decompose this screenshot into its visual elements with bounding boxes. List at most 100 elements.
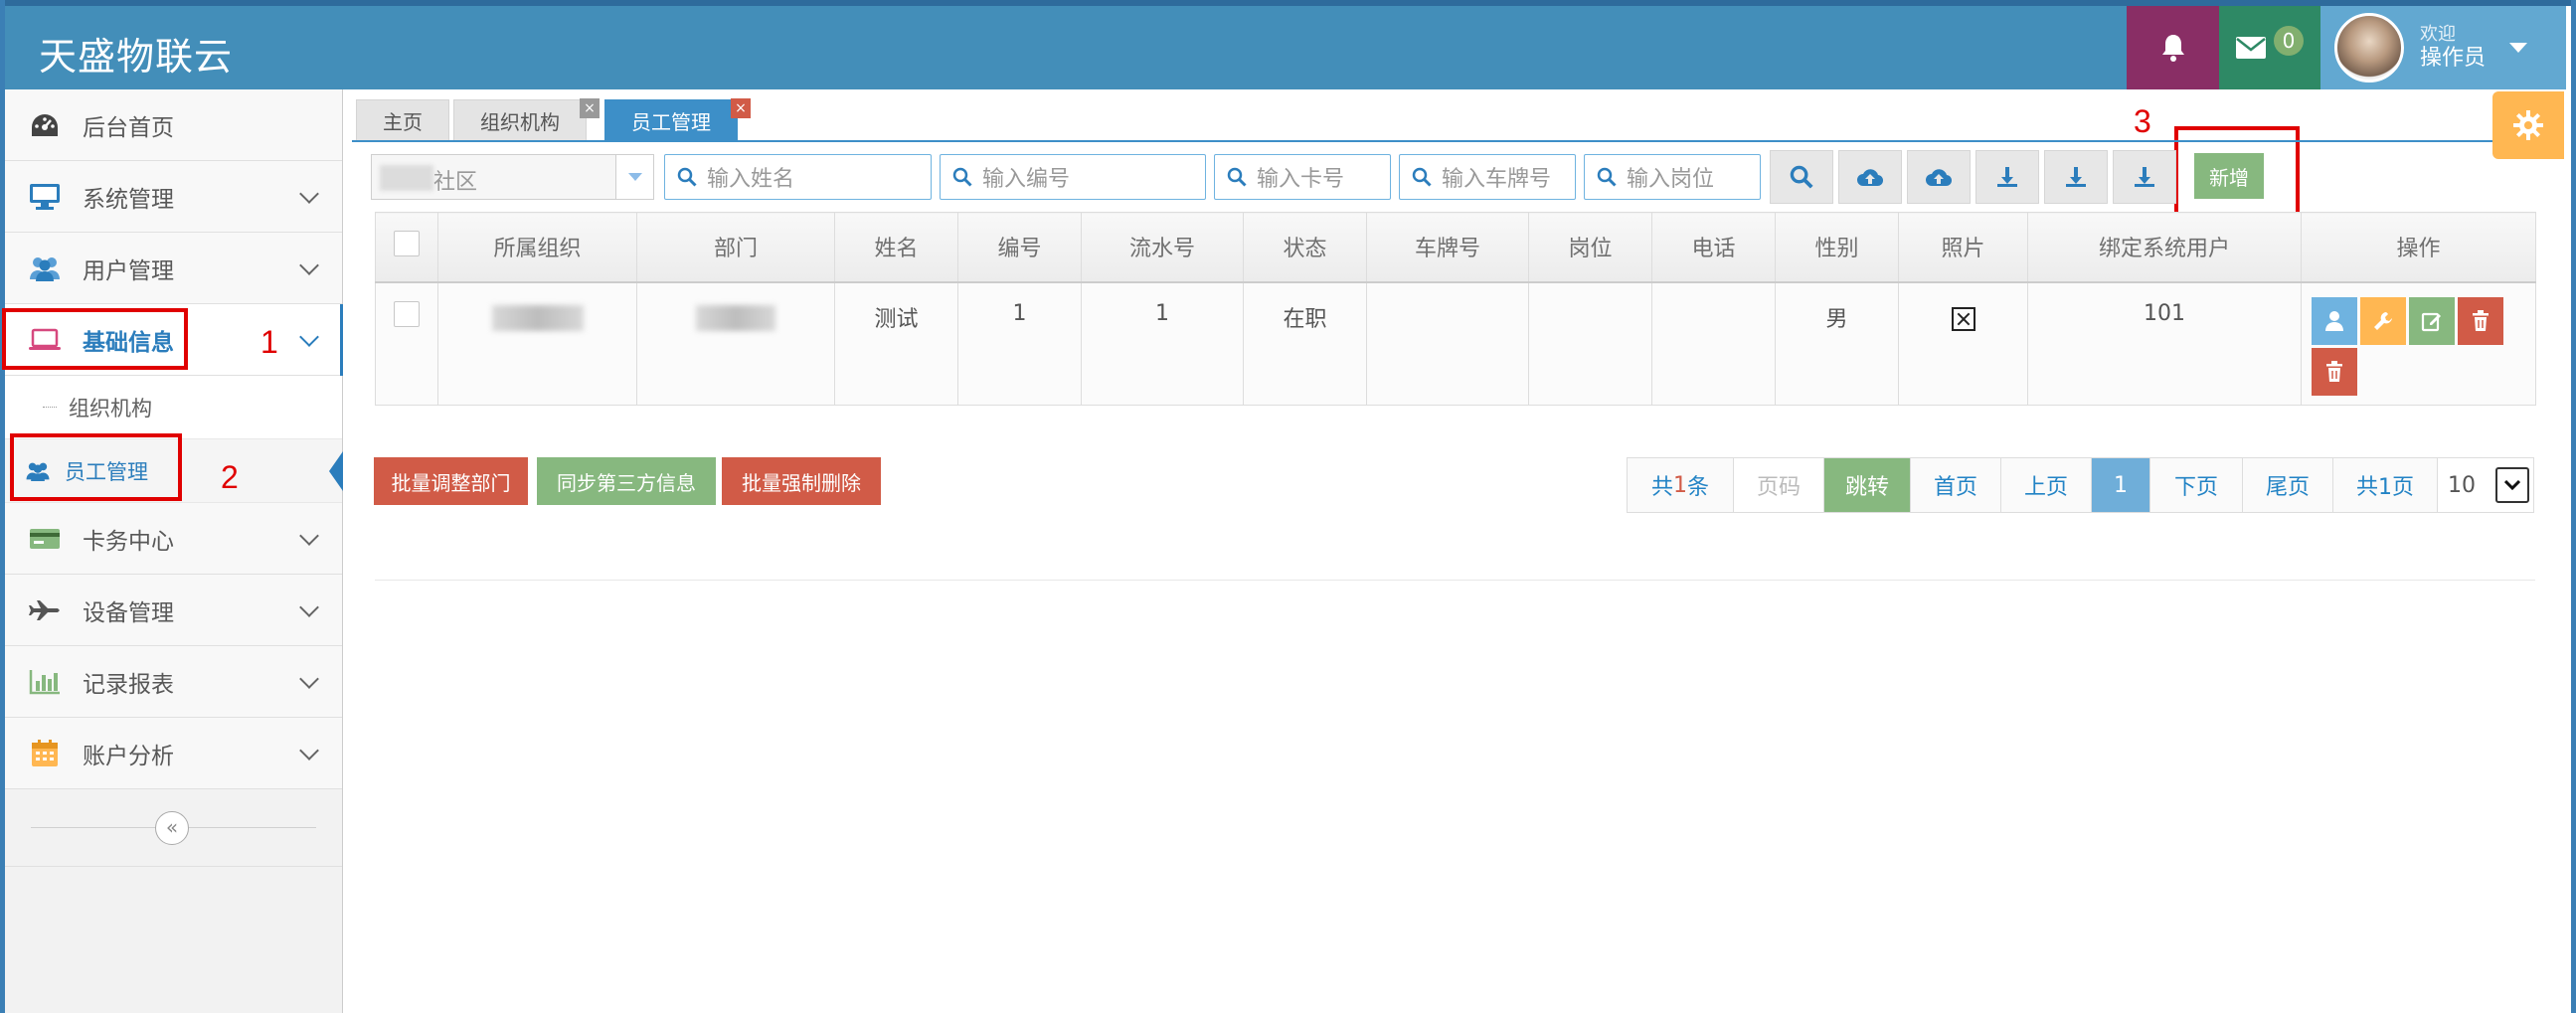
- plate-search-input[interactable]: 输入车牌号: [1399, 154, 1576, 200]
- current-page-button[interactable]: 1: [2091, 457, 2150, 513]
- username: 操作员: [2420, 45, 2487, 71]
- add-button[interactable]: 新增: [2194, 153, 2264, 199]
- chevron-down-icon: [299, 669, 319, 689]
- brand-title[interactable]: 天盛物联云: [39, 26, 233, 81]
- message-count-badge: 0: [2274, 26, 2304, 56]
- close-icon[interactable]: ×: [731, 98, 751, 118]
- top-navbar: 天盛物联云 0 欢迎 操作员: [5, 6, 2566, 89]
- settings-row-button[interactable]: [2360, 296, 2406, 345]
- row-actions: [2312, 296, 2510, 396]
- import-button[interactable]: [1838, 150, 1902, 204]
- code-search-input[interactable]: 输入编号: [940, 154, 1206, 200]
- sidebar-item-reports[interactable]: 记录报表: [5, 646, 342, 718]
- broken-image-icon[interactable]: [1951, 306, 1975, 331]
- tab-staff[interactable]: 员工管理 ×: [604, 98, 751, 141]
- sidebar-item-label: 账户分析: [83, 743, 174, 769]
- search-icon: [1790, 165, 1813, 189]
- select-all-checkbox[interactable]: [394, 231, 420, 257]
- search-icon: [1227, 167, 1247, 187]
- total-pages: 共1页: [2332, 457, 2438, 513]
- page-number-input[interactable]: 页码: [1733, 457, 1824, 513]
- tab-label: 组织机构: [480, 110, 560, 134]
- delete-button[interactable]: [2458, 296, 2503, 345]
- search-button[interactable]: [1770, 150, 1833, 204]
- sidebar-item-system[interactable]: 系统管理: [5, 161, 342, 233]
- chevron-down-icon[interactable]: [2495, 467, 2529, 503]
- settings-button[interactable]: [2492, 91, 2564, 159]
- sidebar-collapse-button[interactable]: «: [155, 811, 189, 845]
- cell-name: 测试: [834, 281, 958, 406]
- last-page-button[interactable]: 尾页: [2242, 457, 2333, 513]
- batch-force-delete-button[interactable]: 批量强制删除: [722, 457, 881, 505]
- column-header[interactable]: 性别: [1775, 212, 1899, 282]
- sidebar-item-devices[interactable]: 设备管理: [5, 575, 342, 646]
- post-search-input[interactable]: 输入岗位: [1584, 154, 1761, 200]
- tab-org[interactable]: 组织机构 ×: [453, 98, 600, 141]
- table-row[interactable]: 测试 1 1 在职 男 101: [375, 281, 2536, 406]
- table-header-row: 所属组织 部门 姓名 编号 流水号 状态 车牌号 岗位 电话 性别 照片 绑定系…: [375, 212, 2536, 282]
- search-icon: [952, 167, 972, 187]
- export-template-button[interactable]: [2044, 150, 2108, 204]
- sidebar-item-dashboard[interactable]: 后台首页: [5, 89, 342, 161]
- bind-user-button[interactable]: [2312, 296, 2357, 345]
- cell-status: 在职: [1243, 281, 1367, 406]
- notifications-button[interactable]: [2127, 6, 2219, 89]
- download-icon: [2066, 167, 2086, 187]
- column-header[interactable]: 姓名: [834, 212, 958, 282]
- wrench-icon: [2374, 311, 2392, 330]
- column-header[interactable]: 照片: [1898, 212, 2028, 282]
- name-search-input[interactable]: 输入姓名: [664, 154, 932, 200]
- sidebar-item-account-analysis[interactable]: 账户分析: [5, 718, 342, 789]
- edit-button[interactable]: [2409, 296, 2455, 345]
- sidebar-item-users[interactable]: 用户管理: [5, 233, 342, 304]
- column-header[interactable]: 电话: [1651, 212, 1776, 282]
- redacted-text: [491, 304, 584, 331]
- cell-photo: [1898, 281, 2028, 406]
- column-header[interactable]: 所属组织: [437, 212, 637, 282]
- sync-third-party-button[interactable]: 同步第三方信息: [537, 457, 716, 505]
- download-icon: [1997, 167, 2017, 187]
- page-tabs: 主页 组织机构 × 员工管理 ×: [356, 95, 751, 141]
- column-header[interactable]: 编号: [957, 212, 1082, 282]
- user-menu[interactable]: 欢迎 操作员: [2320, 6, 2566, 89]
- close-icon[interactable]: ×: [580, 98, 600, 118]
- cell-phone: [1651, 281, 1776, 406]
- row-checkbox[interactable]: [394, 300, 420, 327]
- cell-actions: [2301, 281, 2536, 406]
- column-header[interactable]: 车牌号: [1366, 212, 1529, 282]
- annotation-box-staff: [10, 433, 182, 501]
- tab-home[interactable]: 主页: [356, 99, 449, 141]
- column-header[interactable]: 绑定系统用户: [2027, 212, 2302, 282]
- gear-icon: [2513, 110, 2543, 140]
- first-page-button[interactable]: 首页: [1910, 457, 2001, 513]
- upload-cloud-icon: [1857, 169, 1884, 187]
- column-header[interactable]: 状态: [1243, 212, 1367, 282]
- chevron-down-icon: [299, 184, 319, 204]
- force-delete-button[interactable]: [2312, 347, 2357, 396]
- export-button[interactable]: [1975, 150, 2039, 204]
- community-select-value: 社区: [433, 170, 478, 195]
- batch-adjust-department-button[interactable]: 批量调整部门: [374, 457, 528, 505]
- card-search-input[interactable]: 输入卡号: [1214, 154, 1391, 200]
- column-header[interactable]: 流水号: [1081, 212, 1244, 282]
- community-select[interactable]: 社区: [371, 154, 654, 200]
- column-header[interactable]: 部门: [636, 212, 835, 282]
- export-photo-button[interactable]: [2113, 150, 2176, 204]
- desktop-icon: [25, 177, 65, 217]
- total-suffix: 条: [1687, 475, 1710, 500]
- sidebar-subitem-org[interactable]: 组织机构: [5, 376, 342, 439]
- messages-button[interactable]: 0: [2219, 6, 2320, 89]
- avatar: [2334, 13, 2404, 83]
- chevron-down-icon: [299, 526, 319, 546]
- prev-page-button[interactable]: 上页: [2000, 457, 2092, 513]
- page-size-select[interactable]: 10: [2437, 457, 2534, 513]
- column-header[interactable]: 岗位: [1528, 212, 1652, 282]
- chevron-down-icon[interactable]: [615, 155, 653, 199]
- credit-card-icon: [25, 519, 65, 559]
- jump-button[interactable]: 跳转: [1823, 457, 1911, 513]
- download-icon: [2135, 167, 2154, 187]
- sidebar-item-card-center[interactable]: 卡务中心: [5, 503, 342, 575]
- next-page-button[interactable]: 下页: [2149, 457, 2243, 513]
- caret-down-icon: [2509, 43, 2528, 53]
- import-photo-button[interactable]: [1907, 150, 1971, 204]
